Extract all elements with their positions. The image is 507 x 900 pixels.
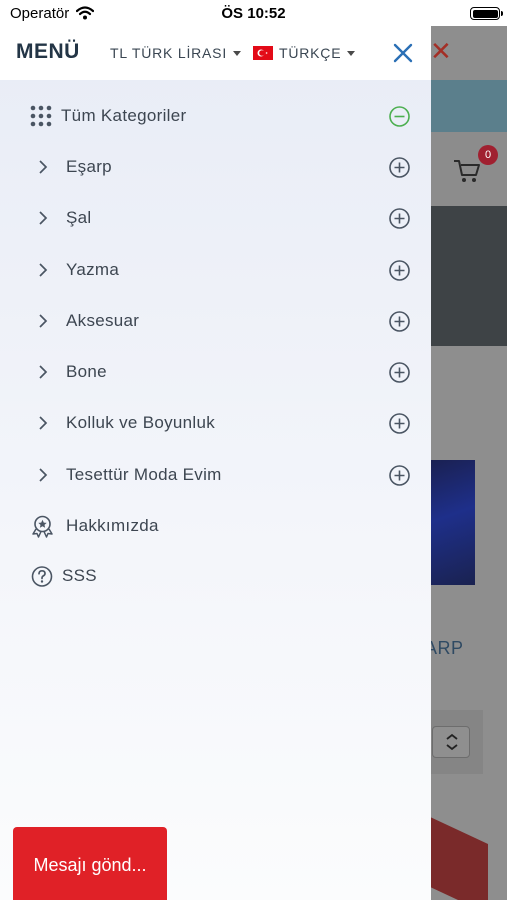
chevron-right-icon bbox=[39, 314, 48, 328]
menu-item-aksesuar[interactable]: Aksesuar bbox=[0, 301, 431, 341]
expand-plus-icon[interactable] bbox=[388, 361, 411, 384]
chevron-right-icon bbox=[39, 160, 48, 174]
menu-item-label: Bone bbox=[66, 362, 107, 381]
status-bar: Operatör ÖS 10:52 bbox=[0, 0, 507, 26]
expand-plus-icon[interactable] bbox=[388, 156, 411, 179]
menu-item-tesettur-moda-evim[interactable]: Tesettür Moda Evim bbox=[0, 455, 431, 495]
chevron-right-icon bbox=[39, 211, 48, 225]
menu-item-label: Kolluk ve Boyunluk bbox=[66, 413, 216, 432]
menu-item-sal[interactable]: Şal bbox=[0, 198, 431, 238]
language-selector[interactable]: TÜRKÇE bbox=[279, 45, 341, 61]
chevron-right-icon bbox=[39, 468, 48, 482]
currency-selector[interactable]: TL TÜRK LİRASI bbox=[110, 45, 227, 61]
menu-item-faq[interactable]: SSS bbox=[0, 556, 431, 596]
grid-icon bbox=[30, 105, 52, 127]
chevron-right-icon bbox=[39, 416, 48, 430]
expand-plus-icon[interactable] bbox=[388, 464, 411, 487]
menu-item-esarp[interactable]: Eşarp bbox=[0, 147, 431, 187]
battery-icon bbox=[470, 7, 503, 20]
menu-item-label: SSS bbox=[62, 566, 97, 585]
menu-item-all-categories[interactable]: Tüm Kategoriler bbox=[0, 96, 431, 136]
chevron-right-icon bbox=[39, 263, 48, 277]
menu-item-label: Eşarp bbox=[66, 157, 112, 176]
menu-item-yazma[interactable]: Yazma bbox=[0, 250, 431, 290]
expand-plus-icon[interactable] bbox=[388, 207, 411, 230]
menu-item-about[interactable]: Hakkımızda bbox=[0, 506, 431, 546]
menu-item-label: Tüm Kategoriler bbox=[61, 106, 187, 125]
expand-plus-icon[interactable] bbox=[388, 259, 411, 282]
menu-item-label: Yazma bbox=[66, 260, 120, 279]
send-message-button[interactable]: Mesajı gönd... bbox=[13, 827, 167, 900]
cart-count-badge: 0 bbox=[478, 145, 498, 165]
expand-plus-icon[interactable] bbox=[388, 310, 411, 333]
menu-item-label: Tesettür Moda Evim bbox=[66, 465, 222, 484]
bg-ribbon bbox=[428, 816, 488, 900]
language-caret-icon bbox=[347, 51, 355, 56]
menu-item-label: Şal bbox=[66, 208, 92, 227]
cart-icon[interactable] bbox=[452, 158, 482, 184]
expand-plus-icon[interactable] bbox=[388, 412, 411, 435]
menu-item-label: Hakkımızda bbox=[66, 516, 159, 535]
award-icon bbox=[32, 515, 53, 538]
drawer-header: MENÜ TL TÜRK LİRASI TÜRKÇE bbox=[0, 26, 431, 80]
bg-sort-select[interactable] bbox=[432, 726, 470, 758]
question-circle-icon bbox=[31, 566, 53, 587]
bg-product-image bbox=[425, 460, 475, 585]
menu-item-label: Aksesuar bbox=[66, 311, 140, 330]
side-menu-drawer: MENÜ TL TÜRK LİRASI TÜRKÇE Tüm Kategoril bbox=[0, 26, 431, 900]
turkey-flag-icon bbox=[253, 46, 273, 60]
status-time: ÖS 10:52 bbox=[221, 5, 286, 22]
menu-item-kolluk-ve-boyunluk[interactable]: Kolluk ve Boyunluk bbox=[0, 403, 431, 443]
menu-item-bone[interactable]: Bone bbox=[0, 352, 431, 392]
collapse-minus-icon[interactable] bbox=[388, 105, 411, 128]
close-icon[interactable] bbox=[391, 41, 415, 65]
menu-title: MENÜ bbox=[16, 40, 80, 63]
currency-caret-icon bbox=[233, 51, 241, 56]
bg-close-icon: ✕ bbox=[430, 37, 452, 67]
sort-chevrons-icon bbox=[446, 733, 458, 751]
chevron-right-icon bbox=[39, 365, 48, 379]
